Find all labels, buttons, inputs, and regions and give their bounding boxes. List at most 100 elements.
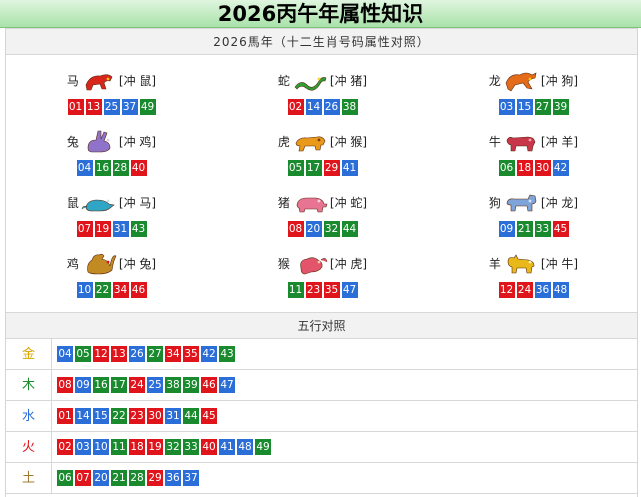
number-ball: 06	[57, 470, 73, 486]
number-ball: 43	[130, 221, 147, 237]
wuxing-element: 土	[6, 463, 52, 493]
number-ball: 41	[219, 439, 235, 455]
number-ball: 45	[201, 408, 217, 424]
number-ball: 11	[287, 282, 304, 298]
number-ball: 42	[201, 346, 217, 362]
zodiac-clash: [冲 蛇]	[329, 195, 368, 210]
number-ball: 29	[323, 160, 340, 176]
zodiac-numbers: 05 17 29 41	[217, 160, 428, 176]
wuxing-table: 金 04 05 12 13 26 27 34 35 42 43 木 08 09 16 17 24 25 38 39 46…	[6, 339, 637, 494]
number-ball: 37	[121, 99, 138, 115]
wuxing-element: 火	[6, 432, 52, 462]
zodiac-numbers: 07 19 31 43	[6, 221, 217, 237]
zodiac-name: 猴	[277, 256, 290, 271]
wuxing-row: 土 06 07 20 21 28 29 36 37	[6, 463, 637, 494]
number-ball: 10	[76, 282, 93, 298]
number-ball: 43	[219, 346, 235, 362]
number-ball: 04	[57, 346, 73, 362]
number-ball: 15	[516, 99, 533, 115]
zodiac-clash: [冲 鸡]	[118, 134, 157, 149]
number-ball: 08	[57, 377, 73, 393]
number-ball: 36	[165, 470, 181, 486]
zodiac-numbers: 11 23 35 47	[217, 282, 428, 298]
number-ball: 19	[94, 221, 111, 237]
zodiac-name: 狗	[488, 195, 501, 210]
number-ball: 35	[183, 346, 199, 362]
number-ball: 37	[183, 470, 199, 486]
number-ball: 49	[255, 439, 271, 455]
number-ball: 44	[183, 408, 199, 424]
number-ball: 21	[516, 221, 533, 237]
zodiac-name: 虎	[277, 134, 290, 149]
zodiac-clash: [冲 猴]	[329, 134, 368, 149]
wuxing-element: 金	[6, 339, 52, 369]
wuxing-numbers: 01 14 15 22 23 30 31 44 45	[56, 408, 218, 424]
number-ball: 01	[57, 408, 73, 424]
tiger-icon	[295, 136, 326, 152]
number-ball: 31	[112, 221, 129, 237]
number-ball: 02	[287, 99, 304, 115]
number-ball: 41	[341, 160, 358, 176]
number-ball: 36	[534, 282, 551, 298]
zodiac-name: 牛	[488, 134, 501, 149]
number-ball: 46	[130, 282, 147, 298]
zodiac-cell: 马 [冲 鼠] 01 13 25 37 49	[6, 55, 217, 117]
number-ball: 13	[111, 346, 127, 362]
zodiac-cell: 羊 [冲 牛] 12 24 36 48	[428, 238, 639, 300]
zodiac-numbers: 09 21 33 45	[428, 221, 639, 237]
number-ball: 30	[534, 160, 551, 176]
zodiac-cell: 兔 [冲 鸡] 04 16 28 40	[6, 116, 217, 178]
number-ball: 05	[287, 160, 304, 176]
rabbit-icon	[87, 130, 111, 153]
number-ball: 34	[165, 346, 181, 362]
zodiac-name: 鼠	[66, 195, 79, 210]
wuxing-row: 火 02 03 10 11 18 19 32 33 40 41 48 49	[6, 432, 637, 463]
zodiac-clash: [冲 鼠]	[118, 73, 157, 88]
number-ball: 14	[75, 408, 91, 424]
zodiac-cell: 狗 [冲 龙] 09 21 33 45	[428, 177, 639, 239]
number-ball: 10	[93, 439, 109, 455]
zodiac-numbers: 12 24 36 48	[428, 282, 639, 298]
number-ball: 23	[129, 408, 145, 424]
number-ball: 47	[341, 282, 358, 298]
zodiac-name: 鸡	[66, 256, 79, 271]
number-ball: 19	[147, 439, 163, 455]
number-ball: 22	[111, 408, 127, 424]
number-ball: 01	[67, 99, 84, 115]
zodiac-cell: 龙 [冲 狗] 03 15 27 39	[428, 55, 639, 117]
zodiac-clash: [冲 猪]	[329, 73, 368, 88]
number-ball: 33	[534, 221, 551, 237]
number-ball: 13	[85, 99, 102, 115]
number-ball: 39	[183, 377, 199, 393]
zodiac-cell: 鼠 [冲 马] 07 19 31 43	[6, 177, 217, 239]
goat-icon	[507, 254, 535, 274]
number-ball: 46	[201, 377, 217, 393]
number-ball: 29	[147, 470, 163, 486]
number-ball: 34	[112, 282, 129, 298]
wuxing-row: 木 08 09 16 17 24 25 38 39 46 47	[6, 370, 637, 401]
number-ball: 04	[76, 160, 93, 176]
wuxing-element: 木	[6, 370, 52, 400]
number-ball: 23	[305, 282, 322, 298]
zodiac-numbers: 06 18 30 42	[428, 160, 639, 176]
rooster-icon	[87, 253, 117, 275]
number-ball: 27	[534, 99, 551, 115]
horse-icon	[85, 74, 113, 91]
zodiac-numbers: 03 15 27 39	[428, 99, 639, 115]
zodiac-numbers: 02 14 26 38	[217, 99, 428, 115]
monkey-icon	[300, 257, 328, 275]
zodiac-clash: [冲 马]	[118, 195, 157, 210]
dragon-icon	[505, 72, 537, 92]
wuxing-row: 水 01 14 15 22 23 30 31 44 45	[6, 401, 637, 432]
wuxing-numbers: 04 05 12 13 26 27 34 35 42 43	[56, 346, 236, 362]
zodiac-numbers: 10 22 34 46	[6, 282, 217, 298]
zodiac-grid: 马 [冲 鼠] 01 13 25 37 49 蛇 [冲 猪] 02 14 26 38 龙 [冲 狗] 03 15…	[6, 55, 637, 312]
zodiac-name: 马	[66, 73, 79, 88]
number-ball: 32	[323, 221, 340, 237]
number-ball: 33	[183, 439, 199, 455]
page: 2026丙午年属性知识 2026馬年（十二生肖号码属性对照） 马 [冲 鼠] 01 1…	[0, 0, 641, 497]
zodiac-name: 兔	[66, 134, 79, 149]
pig-icon	[296, 197, 328, 213]
number-ball: 38	[341, 99, 358, 115]
number-ball: 18	[129, 439, 145, 455]
